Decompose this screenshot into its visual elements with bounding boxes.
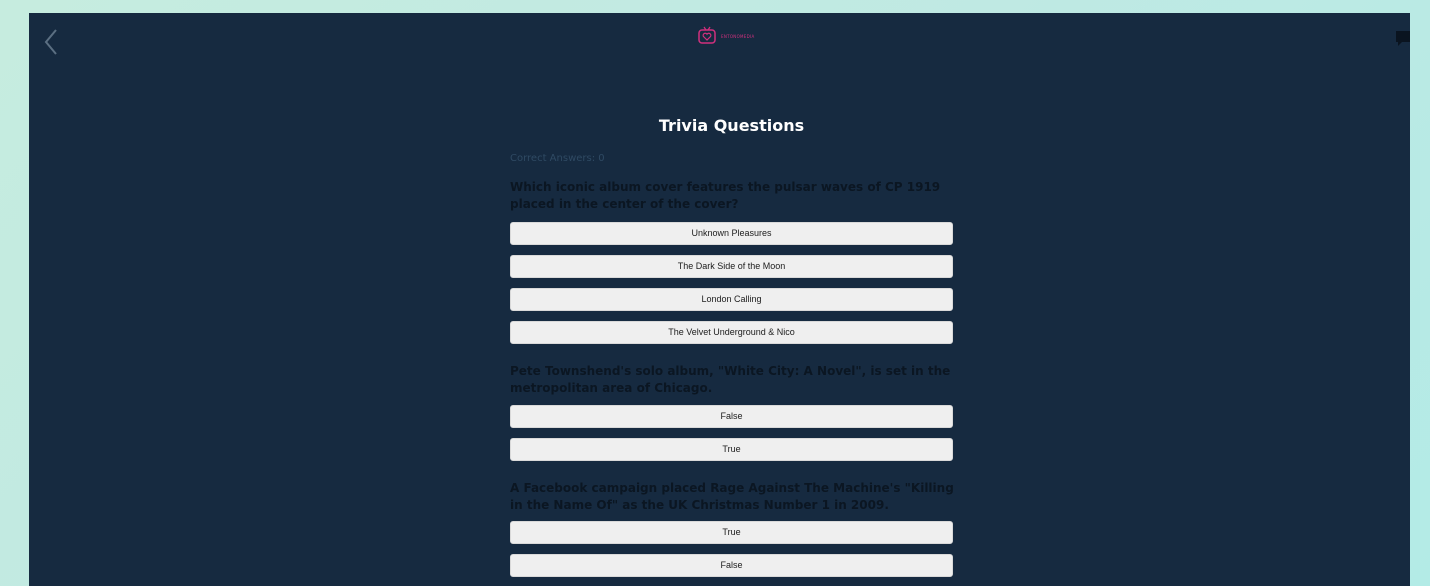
answer-button[interactable]: False [510, 405, 953, 428]
back-button[interactable] [41, 27, 61, 57]
answer-button[interactable]: True [510, 521, 953, 544]
chat-button[interactable] [1396, 29, 1410, 47]
answer-button[interactable]: False [510, 554, 953, 577]
chat-icon [1396, 31, 1410, 46]
page-title: Trivia Questions [658, 116, 805, 135]
logo-text: ENTONOMEDIA [721, 33, 755, 39]
answer-button[interactable]: London Calling [510, 288, 953, 311]
answer-button[interactable]: Unknown Pleasures [510, 222, 953, 245]
answer-button[interactable]: The Dark Side of the Moon [510, 255, 953, 278]
correct-answers-counter: Correct Answers: 0 [510, 153, 605, 164]
app-window: ENTONOMEDIA Trivia Questions Correct Ans… [29, 13, 1410, 586]
question-text: Pete Townshend's solo album, "White City… [510, 364, 951, 395]
answer-button[interactable]: The Velvet Underground & Nico [510, 321, 953, 344]
chevron-left-icon [44, 29, 57, 55]
tv-heart-logo-icon [698, 26, 716, 44]
question-text: Which iconic album cover features the pu… [510, 180, 941, 211]
answer-button[interactable]: True [510, 438, 953, 461]
logo: ENTONOMEDIA [697, 25, 755, 47]
question-text: A Facebook campaign placed Rage Against … [510, 481, 954, 512]
